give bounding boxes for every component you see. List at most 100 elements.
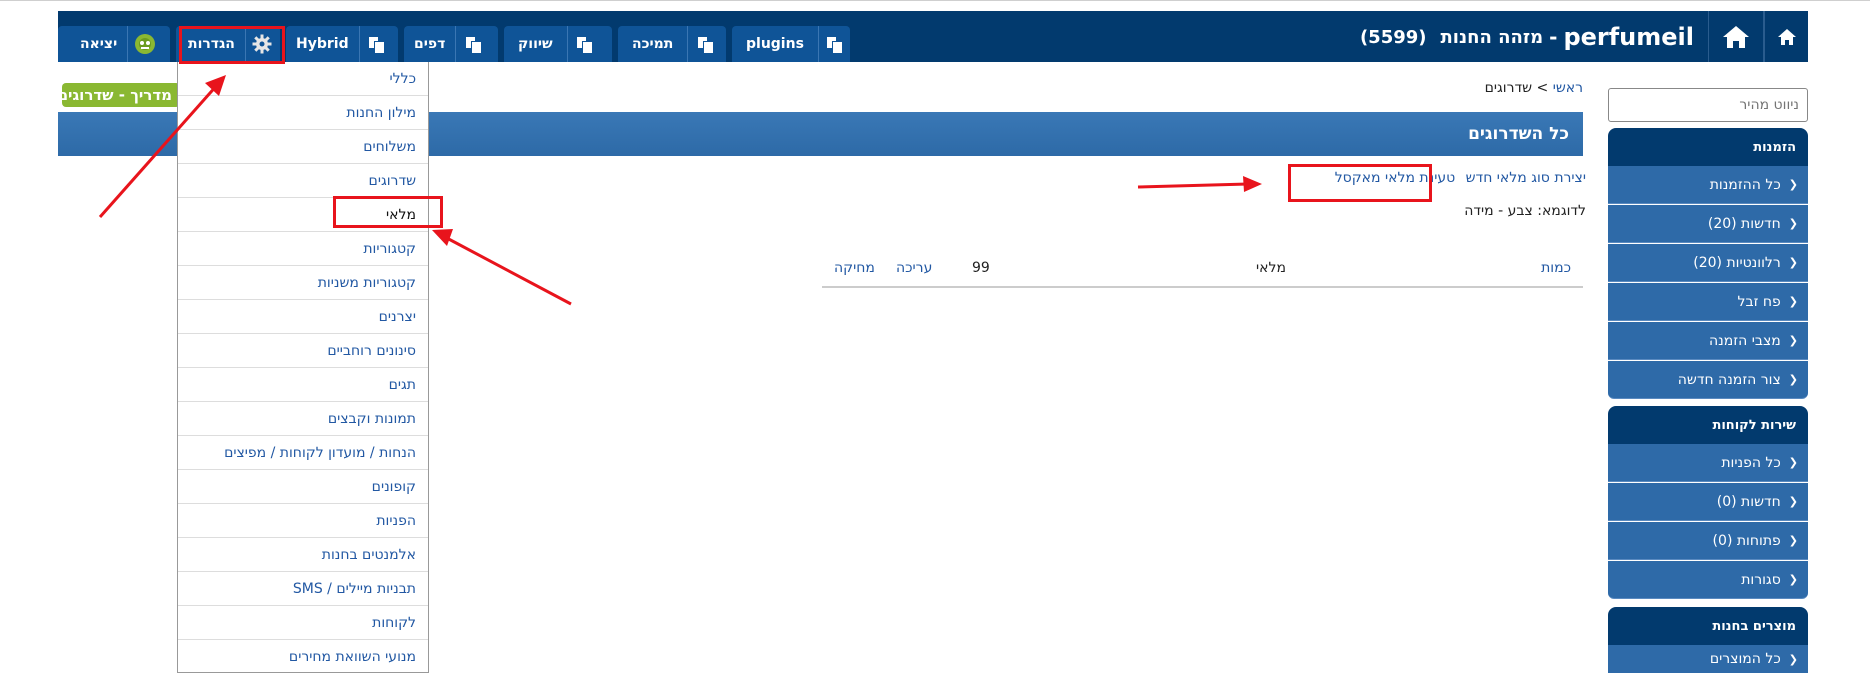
sidebar-item-label: צור הזמנה חדשה [1677, 371, 1781, 388]
copy-icon [817, 26, 850, 62]
breadcrumb: ראשי > שדרוגים [1485, 80, 1583, 96]
tab-marketing[interactable]: שיווק [504, 26, 612, 62]
tab-pages[interactable]: דפים [404, 26, 498, 62]
tab-logout[interactable]: יציאה [58, 26, 170, 62]
menu-item-sub-categories[interactable]: קטגוריות משניות [178, 266, 428, 300]
copy-icon [455, 26, 489, 62]
home-icon [1777, 28, 1796, 45]
copy-icon [566, 26, 601, 62]
store-id-label: מזהה החנות [1440, 26, 1544, 48]
breadcrumb-separator: > [1536, 80, 1549, 96]
home-button[interactable] [1708, 11, 1764, 62]
home-small-button[interactable] [1764, 11, 1808, 62]
sidebar-item-all-tickets[interactable]: ❮ כל הפניות [1608, 444, 1808, 482]
sidebar-item-trash[interactable]: ❮ פח זבל [1608, 283, 1808, 321]
sidebar-item-label: חדשות (0) [1716, 493, 1781, 510]
annotation-box-settings-tab [179, 26, 285, 64]
tab-label: Hybrid [296, 36, 349, 52]
site-name: perfumeil [1563, 23, 1694, 51]
quantity-link[interactable]: כמות [1541, 260, 1571, 276]
menu-item-categories[interactable]: קטגוריות [178, 232, 428, 266]
example-text: לדוגמא: צבע - מידה [1464, 203, 1586, 219]
copy-icon [358, 26, 393, 62]
arrow-head [432, 229, 453, 246]
tab-hybrid[interactable]: Hybrid [286, 26, 398, 62]
avatar-icon [127, 26, 161, 62]
guide-badge[interactable]: מדריך - שדרוגים [62, 83, 180, 107]
menu-item-general[interactable]: כללי [178, 62, 428, 96]
sidebar-item-label: רלוונטיות (20) [1693, 254, 1781, 271]
home-icon [1723, 25, 1749, 48]
menu-item-email-sms-templates[interactable]: תבניות מיילים / SMS [178, 572, 428, 606]
row-name: מלאי [1256, 260, 1286, 276]
settings-dropdown-menu: כללי מילון החנות משלוחים שדרוגים מלאי קט… [177, 62, 429, 673]
sidebar-header-products: מוצרים בחנות [1608, 607, 1808, 645]
sidebar-item-label: מצבי הזמנה [1709, 332, 1781, 349]
tab-label: תמיכה [632, 36, 674, 52]
store-id: (5599) [1359, 26, 1427, 48]
sidebar-item-order-states[interactable]: ❮ מצבי הזמנה [1608, 322, 1808, 360]
sidebar-item-open-tickets[interactable]: ❮ פתוחות (0) [1608, 522, 1808, 560]
tab-plugins[interactable]: plugins [732, 26, 850, 62]
brand-separator: - [1549, 25, 1558, 49]
tab-label: יציאה [80, 36, 118, 52]
edit-link[interactable]: עריכה [896, 260, 932, 276]
chevron-left-icon: ❮ [1788, 178, 1798, 191]
menu-item-customers[interactable]: לקוחות [178, 606, 428, 640]
sidebar-item-label: פח זבל [1737, 293, 1781, 310]
sidebar-item-new-tickets[interactable]: ❮ חדשות (0) [1608, 483, 1808, 521]
arrow-to-import [1137, 182, 1249, 189]
sidebar-item-all-orders[interactable]: ❮ כל ההזמנות [1608, 166, 1808, 204]
sidebar-item-all-products[interactable]: ❮ כל המוצרים [1608, 645, 1808, 673]
menu-item-shipping[interactable]: משלוחים [178, 130, 428, 164]
copy-icon [687, 26, 721, 62]
top-header: perfumeil - מזהה החנות (5599) יציאה הגדר… [58, 11, 1808, 62]
store-brand: perfumeil - מזהה החנות (5599) [1360, 19, 1694, 55]
menu-item-referrals[interactable]: הפניות [178, 504, 428, 538]
menu-item-tags[interactable]: תגים [178, 368, 428, 402]
tab-label: דפים [414, 36, 446, 52]
sidebar-item-closed-tickets[interactable]: ❮ סגורות [1608, 561, 1808, 599]
chevron-left-icon: ❮ [1788, 217, 1798, 230]
chevron-left-icon: ❮ [1788, 534, 1798, 547]
breadcrumb-home-link[interactable]: ראשי [1553, 80, 1583, 96]
chevron-left-icon: ❮ [1788, 573, 1798, 586]
tab-label: שיווק [518, 36, 553, 52]
chevron-left-icon: ❮ [1788, 652, 1798, 666]
sidebar-item-label: כל ההזמנות [1709, 176, 1781, 193]
menu-item-cross-filters[interactable]: סינונים רוחביים [178, 334, 428, 368]
menu-item-coupons[interactable]: קופונים [178, 470, 428, 504]
quick-nav-input[interactable] [1608, 88, 1808, 122]
create-inventory-type-link[interactable]: יצירת סוג מלאי חדש [1466, 170, 1586, 186]
table-row: כמות מלאי 99 עריכה מחיקה [822, 252, 1583, 288]
sidebar-item-label: פתוחות (0) [1712, 532, 1781, 549]
top-tabs: יציאה הגדרות Hybrid דפים שיווק תמיכה plu… [58, 26, 856, 62]
sidebar-header-orders: הזמנות [1608, 128, 1808, 166]
sidebar-item-create-order[interactable]: ❮ צור הזמנה חדשה [1608, 361, 1808, 399]
sidebar-item-new-orders[interactable]: ❮ חדשות (20) [1608, 205, 1808, 243]
chevron-left-icon: ❮ [1788, 456, 1798, 469]
chevron-left-icon: ❮ [1788, 495, 1798, 508]
delete-link[interactable]: מחיקה [834, 260, 875, 276]
menu-item-price-comparison[interactable]: מנועי השוואת מחירים [178, 640, 428, 673]
menu-item-store-dictionary[interactable]: מילון החנות [178, 96, 428, 130]
breadcrumb-current: שדרוגים [1484, 80, 1533, 96]
chevron-left-icon: ❮ [1788, 373, 1798, 386]
annotation-box-inventory-item [333, 196, 443, 228]
sidebar-item-label: כל הפניות [1721, 454, 1781, 471]
menu-item-images-files[interactable]: תמונות וקבצים [178, 402, 428, 436]
sidebar-item-relevant-orders[interactable]: ❮ רלוונטיות (20) [1608, 244, 1808, 282]
tab-support[interactable]: תמיכה [618, 26, 726, 62]
arrow-head [1243, 176, 1262, 192]
sidebar-item-label: כל המוצרים [1709, 651, 1781, 667]
arrow-to-inventory [442, 234, 572, 306]
menu-item-discounts[interactable]: הנחות / מועדון לקוחות / מפיצים [178, 436, 428, 470]
menu-item-manufacturers[interactable]: יצרנים [178, 300, 428, 334]
tab-label: plugins [746, 36, 804, 52]
menu-item-store-elements[interactable]: אלמנטים בחנות [178, 538, 428, 572]
annotation-box-import-link [1288, 164, 1432, 202]
row-value: 99 [972, 260, 990, 276]
chevron-left-icon: ❮ [1788, 256, 1798, 269]
chevron-left-icon: ❮ [1788, 334, 1798, 347]
menu-item-upgrades[interactable]: שדרוגים [178, 164, 428, 198]
